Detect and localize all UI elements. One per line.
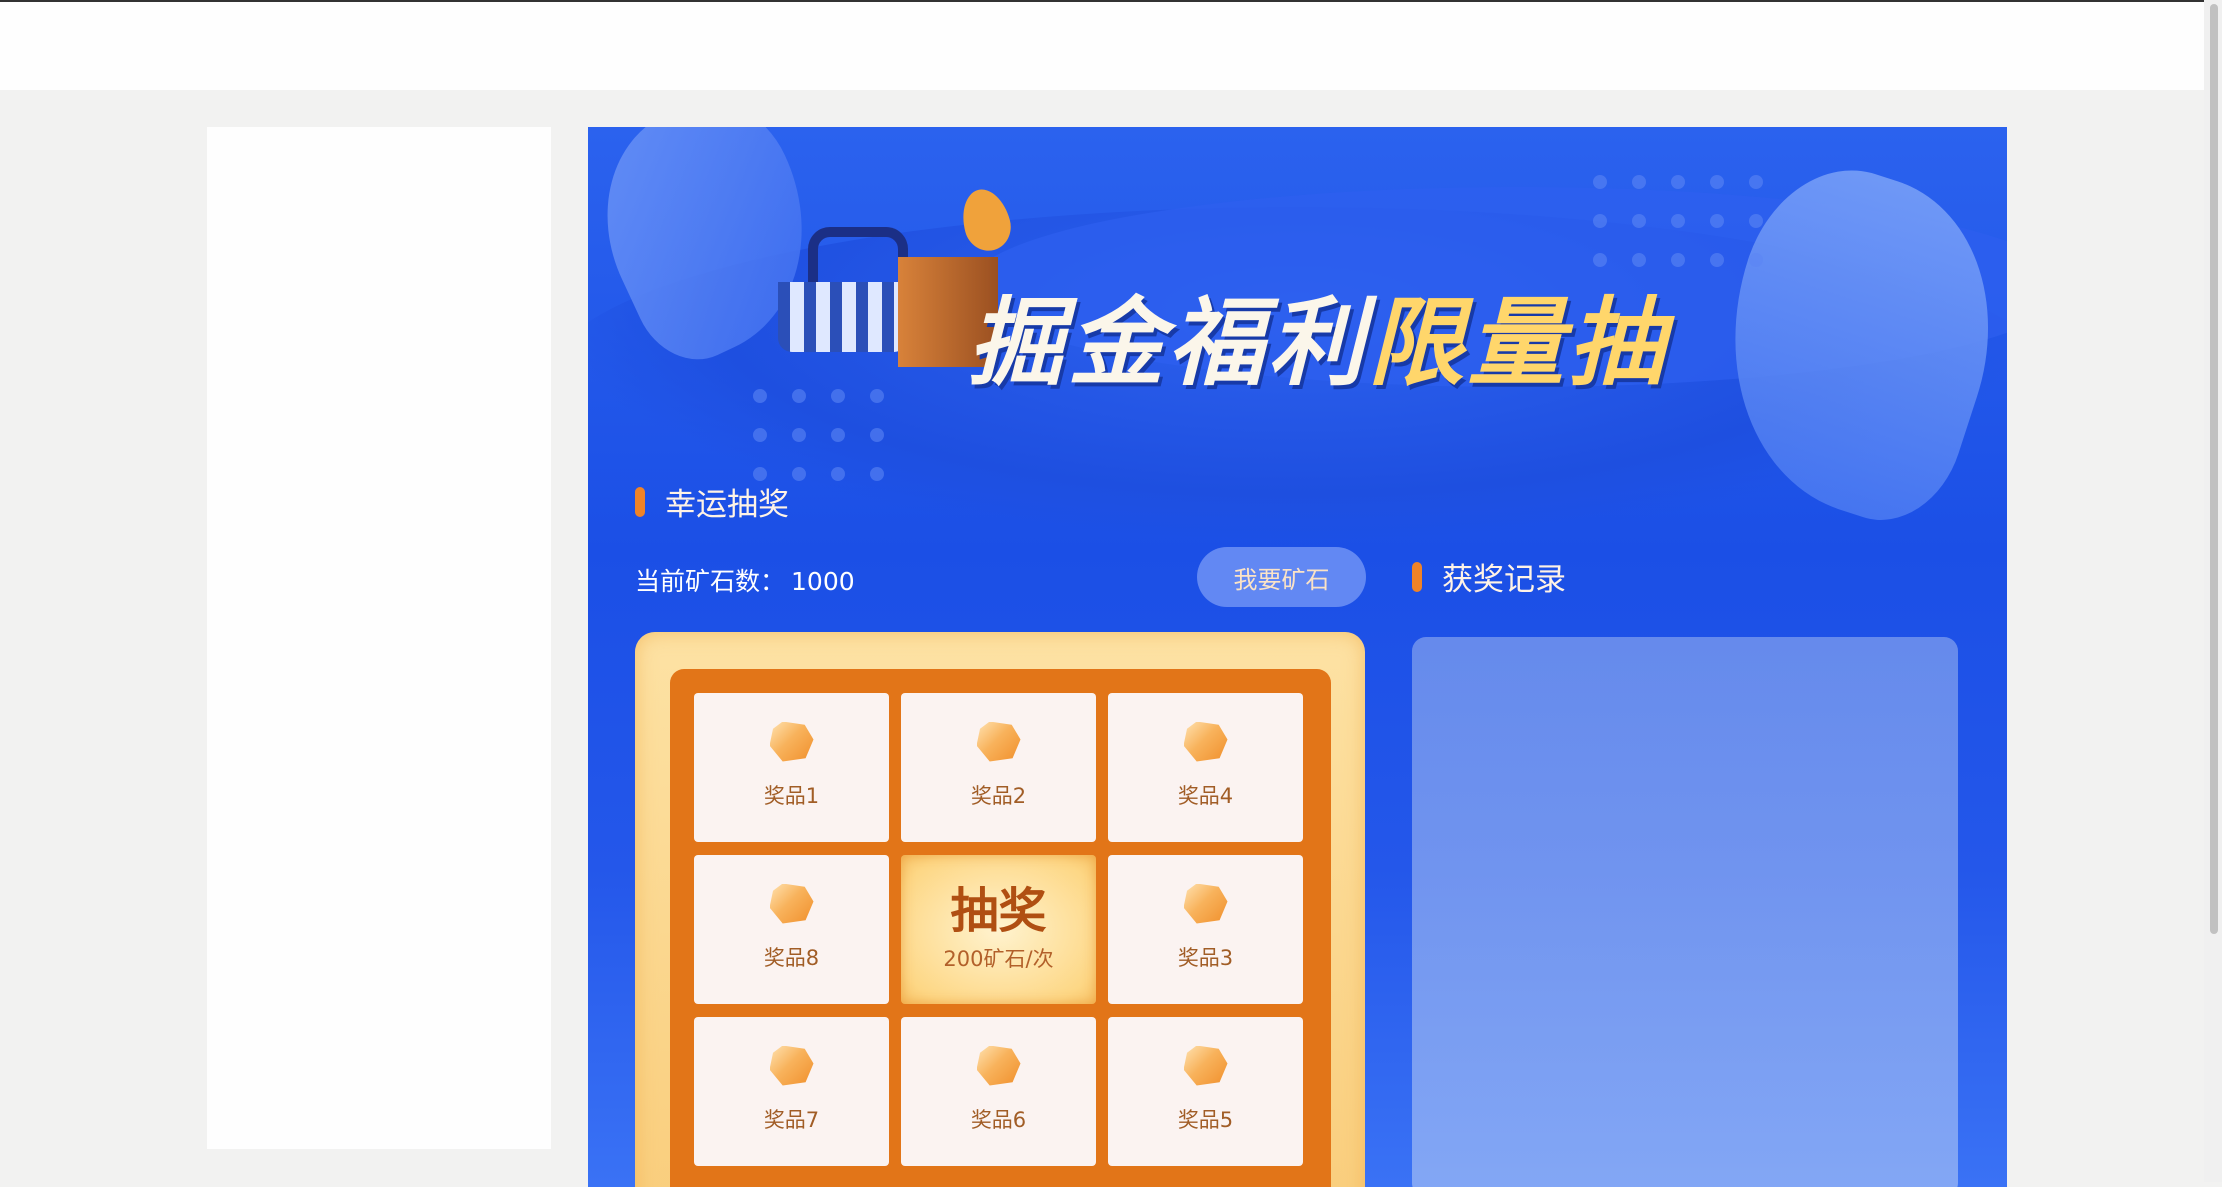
prize-label: 奖品1 bbox=[763, 783, 820, 808]
ore-gem-icon bbox=[1181, 1044, 1231, 1088]
ore-gem-icon bbox=[767, 882, 817, 926]
get-ore-button[interactable]: 我要矿石 bbox=[1197, 547, 1366, 607]
prize-label: 奖品3 bbox=[1177, 945, 1234, 970]
ore-count-display: 当前矿石数： 1000 bbox=[635, 562, 855, 598]
prize-cell-6: 奖品6 bbox=[901, 1017, 1096, 1166]
prize-cell-1: 奖品1 bbox=[694, 693, 889, 842]
prize-label: 奖品4 bbox=[1177, 783, 1234, 808]
prize-cell-4: 奖品4 bbox=[1108, 693, 1303, 842]
prize-label: 奖品2 bbox=[970, 783, 1027, 808]
page-scrollbar[interactable] bbox=[2204, 0, 2222, 1182]
ore-gem-icon bbox=[767, 1044, 817, 1088]
section-marker-lottery bbox=[635, 487, 645, 517]
prize-cell-8: 奖品8 bbox=[694, 855, 889, 1004]
prize-label: 奖品6 bbox=[970, 1107, 1027, 1132]
section-marker-records bbox=[1412, 562, 1422, 592]
prize-cell-7: 奖品7 bbox=[694, 1017, 889, 1166]
banner-title-part1: 掘金福利 bbox=[968, 287, 1368, 399]
draw-button[interactable]: 抽奖 200矿石/次 bbox=[901, 855, 1096, 1004]
lottery-board: 奖品1 奖品2 奖品4 奖品8 抽奖 200矿石/次 奖品3 奖品7 奖品6 奖… bbox=[635, 632, 1365, 1187]
prize-cell-3: 奖品3 bbox=[1108, 855, 1303, 1004]
scrollbar-thumb[interactable] bbox=[2210, 4, 2218, 934]
prize-cell-5: 奖品5 bbox=[1108, 1017, 1303, 1166]
ore-gem-icon bbox=[1181, 882, 1231, 926]
lottery-page: 掘金福利限量抽 幸运抽奖 当前矿石数： 1000 我要矿石 获奖记录 奖品1 奖品… bbox=[588, 127, 2007, 1187]
prize-grid: 奖品1 奖品2 奖品4 奖品8 抽奖 200矿石/次 奖品3 奖品7 奖品6 奖… bbox=[694, 693, 1303, 1166]
prize-cell-2: 奖品2 bbox=[901, 693, 1096, 842]
shopping-basket-icon bbox=[778, 227, 908, 352]
browser-top-bar bbox=[0, 0, 2222, 90]
draw-button-title: 抽奖 bbox=[950, 882, 1047, 939]
prize-label: 奖品7 bbox=[763, 1107, 820, 1132]
prize-records-panel bbox=[1412, 637, 1958, 1187]
prize-label: 奖品8 bbox=[763, 945, 820, 970]
lottery-section-title: 幸运抽奖 bbox=[665, 487, 789, 523]
lottery-grid-frame: 奖品1 奖品2 奖品4 奖品8 抽奖 200矿石/次 奖品3 奖品7 奖品6 奖… bbox=[670, 669, 1331, 1187]
ore-gem-icon bbox=[974, 1044, 1024, 1088]
ore-gem-icon bbox=[1181, 720, 1231, 764]
ore-gem-icon bbox=[767, 720, 817, 764]
ore-gem-icon bbox=[974, 720, 1024, 764]
decorative-dots-top bbox=[1593, 175, 1763, 267]
decorative-dots-left bbox=[753, 389, 884, 481]
draw-cost-label: 200矿石/次 bbox=[943, 946, 1054, 971]
prize-label: 奖品5 bbox=[1177, 1107, 1234, 1132]
records-section-title: 获奖记录 bbox=[1442, 562, 1566, 598]
banner-title: 掘金福利限量抽 bbox=[968, 265, 1668, 404]
banner-title-part2: 限量抽 bbox=[1368, 287, 1668, 399]
ore-count-label: 当前矿石数： bbox=[635, 567, 786, 596]
ore-count-value: 1000 bbox=[791, 567, 855, 596]
left-side-panel bbox=[207, 127, 551, 1149]
